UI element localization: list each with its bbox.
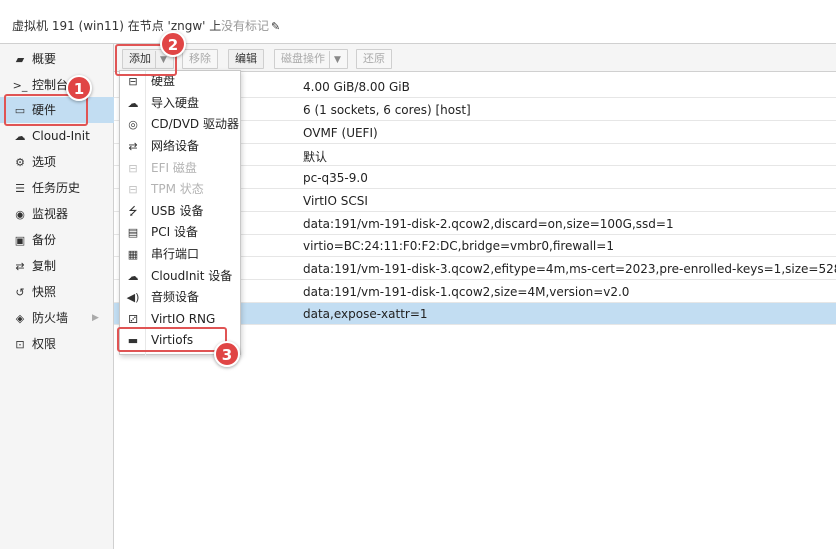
menu-item-import-disk[interactable]: ☁ 导入硬盘 bbox=[120, 93, 240, 114]
hdd-icon: ⊟ bbox=[128, 162, 138, 175]
pencil-icon[interactable]: ✎ bbox=[271, 20, 280, 33]
sidebar-item-label: 选项 bbox=[32, 155, 57, 169]
cloud-download-icon: ☁ bbox=[127, 97, 139, 110]
row-value: OVMF (UEFI) bbox=[303, 126, 378, 140]
sidebar-item-label: 复制 bbox=[32, 259, 57, 273]
menu-item-efi-disk[interactable]: ⊟ EFI 磁盘 bbox=[120, 158, 240, 179]
edit-button-label: 编辑 bbox=[235, 52, 257, 65]
menu-item-label: PCI 设备 bbox=[151, 225, 198, 239]
sidebar-item-label: 概要 bbox=[32, 52, 57, 66]
row-value: data:191/vm-191-disk-3.qcow2,efitype=4m,… bbox=[303, 262, 836, 276]
edit-button[interactable]: 编辑 bbox=[228, 49, 264, 69]
toolbar: 添加 ▼ 移除 编辑 磁盘操作 ▼ 还原 bbox=[114, 44, 836, 72]
disk-action-label: 磁盘操作 bbox=[281, 52, 325, 65]
volume-icon: ◀) bbox=[126, 291, 140, 304]
menu-item-cdrom[interactable]: ◎ CD/DVD 驱动器 bbox=[120, 114, 240, 135]
row-value: 4.00 GiB/8.00 GiB bbox=[303, 80, 410, 94]
menu-item-label: 导入硬盘 bbox=[151, 96, 200, 110]
row-value: data,expose-xattr=1 bbox=[303, 307, 428, 321]
gear-icon: ⚙ bbox=[15, 156, 25, 169]
floppy-icon: ▣ bbox=[14, 234, 26, 247]
row-value: 6 (1 sockets, 6 cores) [host] bbox=[303, 103, 471, 117]
step-badge-1: 1 bbox=[66, 75, 92, 101]
menu-item-label: EFI 磁盘 bbox=[151, 161, 197, 175]
tags-edit[interactable]: 没有标记 ✎ bbox=[221, 17, 280, 34]
menu-item-label: CD/DVD 驱动器 bbox=[151, 117, 239, 131]
unlock-icon: ⊡ bbox=[15, 338, 25, 351]
sidebar-item-summary[interactable]: ▰ 概要 bbox=[0, 46, 114, 72]
sidebar-item-label: 监视器 bbox=[32, 207, 69, 221]
menu-item-serial-port[interactable]: ▦ 串行端口 bbox=[120, 244, 240, 265]
step-badge-2: 2 bbox=[160, 31, 186, 57]
menu-item-cloudinit[interactable]: ☁ CloudInit 设备 bbox=[120, 266, 240, 287]
sidebar-item-label: 任务历史 bbox=[32, 181, 81, 195]
sidebar-item-permissions[interactable]: ⊡ 权限 bbox=[0, 331, 114, 357]
sidebar-item-label: 快照 bbox=[32, 285, 57, 299]
menu-item-usb[interactable]: ⭍ USB 设备 bbox=[120, 201, 240, 222]
sidebar-item-backup[interactable]: ▣ 备份 bbox=[0, 227, 114, 253]
hdd-icon: ⊟ bbox=[128, 183, 138, 196]
sidebar-item-cloud-init[interactable]: ☁ Cloud-Init bbox=[0, 123, 114, 149]
eye-icon: ◉ bbox=[15, 208, 25, 221]
remove-button-label: 移除 bbox=[189, 52, 211, 65]
sidebar-item-label: 备份 bbox=[32, 233, 57, 247]
menu-item-network[interactable]: ⇄ 网络设备 bbox=[120, 136, 240, 157]
history-icon: ↺ bbox=[15, 286, 25, 299]
menu-item-label: 音频设备 bbox=[151, 290, 200, 304]
sidebar-item-label: Cloud-Init bbox=[32, 129, 90, 143]
cdrom-icon: ◎ bbox=[128, 118, 138, 131]
book-icon: ▰ bbox=[15, 53, 25, 66]
exchange-icon: ⇄ bbox=[128, 140, 138, 153]
menu-item-tpm-state[interactable]: ⊟ TPM 状态 bbox=[120, 179, 240, 200]
disk-action-button[interactable]: 磁盘操作 ▼ bbox=[274, 49, 348, 69]
sidebar-item-monitor[interactable]: ◉ 监视器 bbox=[0, 201, 114, 227]
menu-item-audio[interactable]: ◀) 音频设备 bbox=[120, 287, 240, 308]
usb-icon: ⭍ bbox=[128, 205, 138, 218]
menu-item-label: TPM 状态 bbox=[151, 182, 204, 196]
menu-item-pci[interactable]: ▤ PCI 设备 bbox=[120, 222, 240, 243]
sidebar-item-snapshots[interactable]: ↺ 快照 bbox=[0, 279, 114, 305]
serial-port-icon: ▦ bbox=[127, 248, 139, 261]
cloud-icon: ☁ bbox=[127, 270, 139, 283]
remove-button[interactable]: 移除 bbox=[182, 49, 218, 69]
row-value: data:191/vm-191-disk-2.qcow2,discard=on,… bbox=[303, 217, 674, 231]
row-value: data:191/vm-191-disk-1.qcow2,size=4M,ver… bbox=[303, 285, 630, 299]
chevron-down-icon: ▼ bbox=[329, 51, 341, 69]
step-badge-3: 3 bbox=[214, 341, 240, 367]
menu-item-label: 网络设备 bbox=[151, 139, 200, 153]
sidebar-item-label: 防火墙 bbox=[32, 311, 69, 325]
pci-card-icon: ▤ bbox=[127, 226, 139, 239]
add-hardware-menu: ⊟ 硬盘 ☁ 导入硬盘 ◎ CD/DVD 驱动器 ⇄ 网络设备 ⊟ EFI 磁盘 ⊟ TPM… bbox=[119, 70, 241, 356]
row-value: VirtIO SCSI bbox=[303, 194, 368, 208]
chevron-right-icon[interactable]: ▶ bbox=[92, 305, 99, 331]
shield-icon: ◈ bbox=[15, 312, 25, 325]
menu-item-label: USB 设备 bbox=[151, 204, 204, 218]
sidebar-item-label: 控制台 bbox=[32, 78, 69, 92]
cloud-icon: ☁ bbox=[14, 130, 26, 143]
page-title: 虚拟机 191 (win11) 在节点 'zngw' 上 bbox=[12, 19, 222, 33]
sidebar-item-firewall[interactable]: ◈ 防火墙 ▶ bbox=[0, 305, 114, 331]
menu-item-label: CloudInit 设备 bbox=[151, 269, 233, 283]
revert-button[interactable]: 还原 bbox=[356, 49, 392, 69]
sidebar-item-task-history[interactable]: ☰ 任务历史 bbox=[0, 175, 114, 201]
row-value: virtio=BC:24:11:F0:F2:DC,bridge=vmbr0,fi… bbox=[303, 239, 614, 253]
menu-item-label: 串行端口 bbox=[151, 247, 200, 261]
title-bar: 虚拟机 191 (win11) 在节点 'zngw' 上 没有标记 ✎ bbox=[0, 0, 836, 44]
revert-button-label: 还原 bbox=[363, 52, 385, 65]
tags-label: 没有标记 bbox=[221, 19, 270, 33]
sidebar-item-replication[interactable]: ⇄ 复制 bbox=[0, 253, 114, 279]
row-value: pc-q35-9.0 bbox=[303, 171, 368, 185]
sidebar-item-options[interactable]: ⚙ 选项 bbox=[0, 149, 114, 175]
retweet-icon: ⇄ bbox=[15, 260, 25, 273]
highlight-virtiofs bbox=[117, 327, 227, 352]
row-value: 默认 bbox=[303, 150, 328, 164]
sidebar-item-label: 权限 bbox=[32, 337, 57, 351]
list-icon: ☰ bbox=[15, 182, 25, 195]
